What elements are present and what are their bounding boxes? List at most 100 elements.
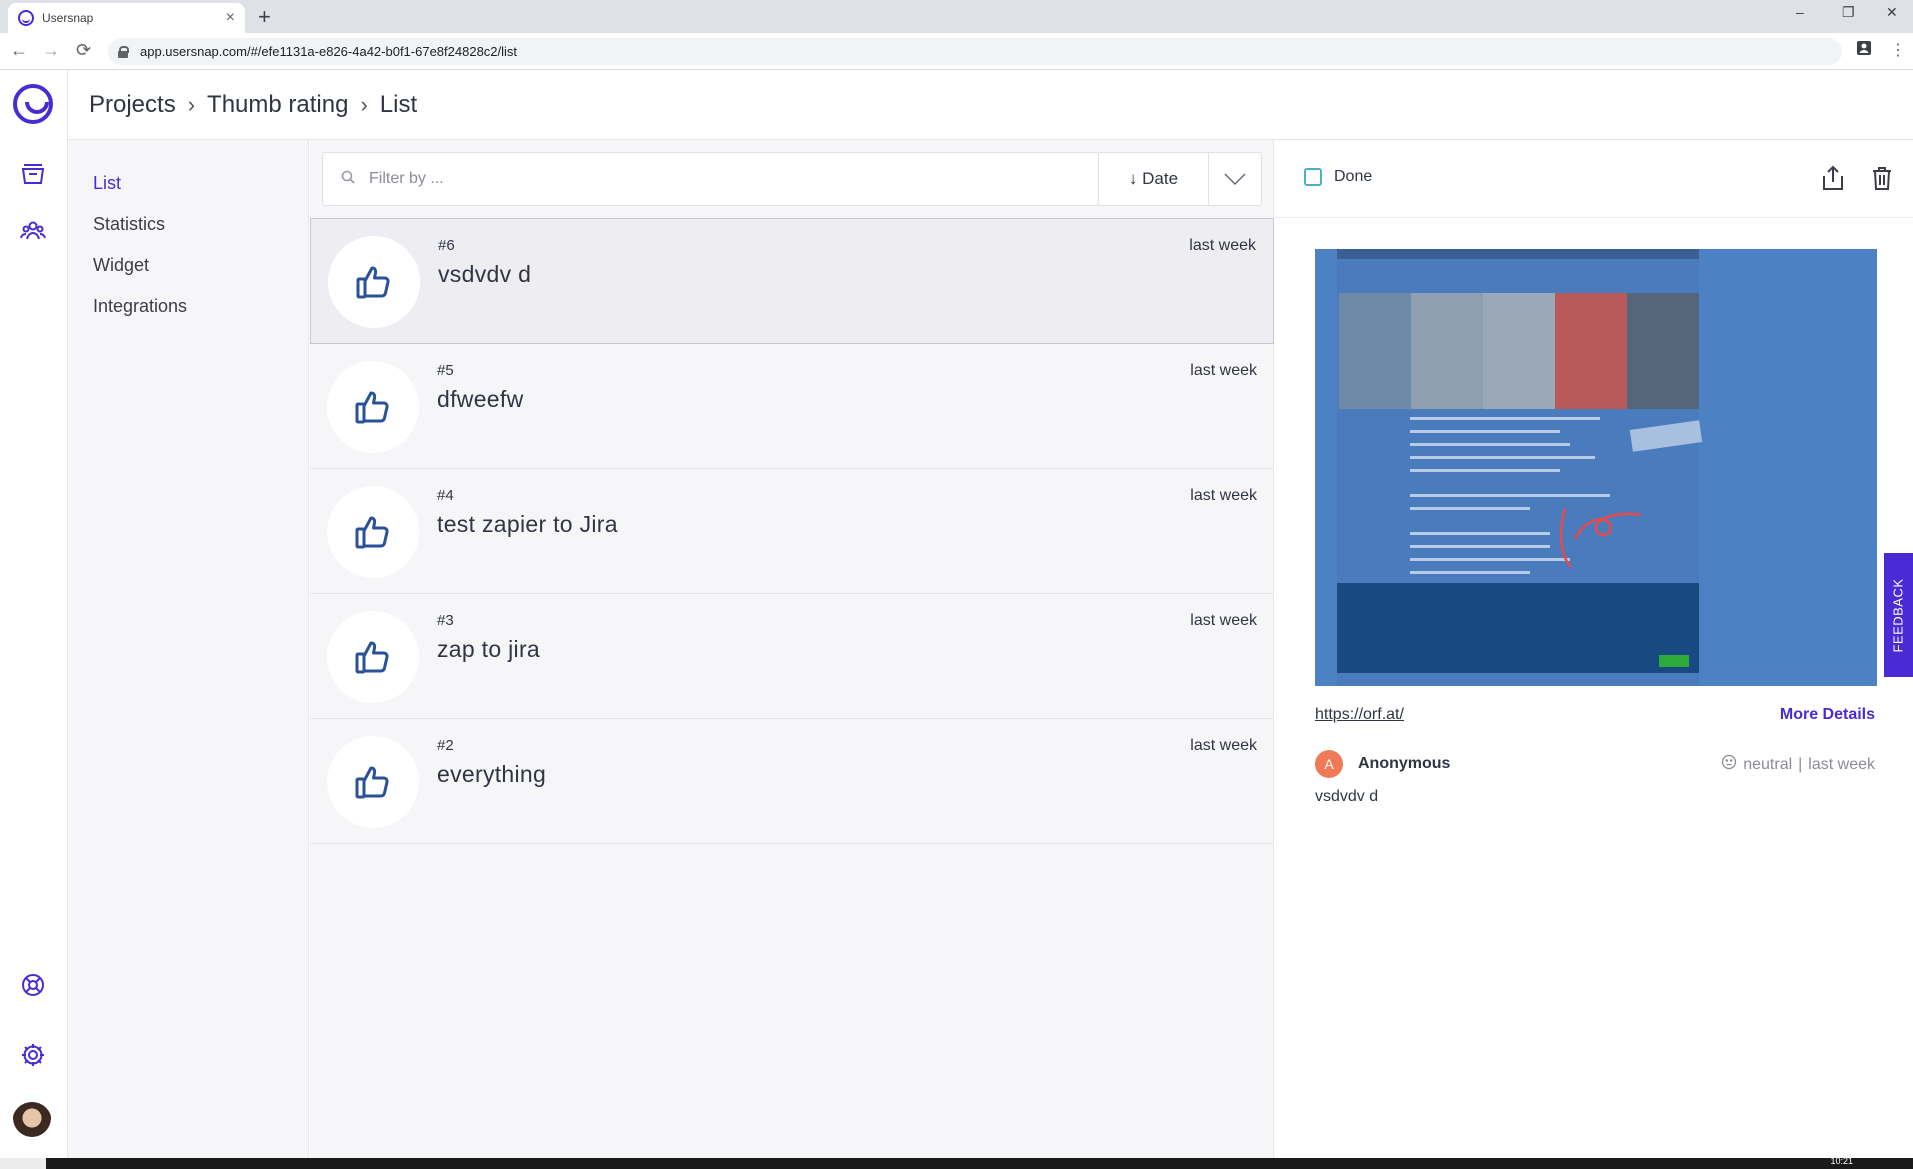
preview-text-line	[1410, 545, 1550, 548]
done-label: Done	[1334, 168, 1373, 185]
team-icon[interactable]	[18, 216, 48, 246]
minimize-button[interactable]: –	[1796, 4, 1804, 20]
breadcrumb-separator: ›	[360, 91, 368, 117]
rating-meta: neutral | last week	[1721, 754, 1875, 775]
item-number: #2	[437, 737, 454, 754]
preview-text-line	[1410, 456, 1595, 459]
list-item[interactable]: #3 zap to jira last week	[310, 594, 1274, 719]
preview-text-line	[1410, 507, 1530, 510]
settings-icon[interactable]	[18, 1040, 48, 1070]
url-bar[interactable]: app.usersnap.com/#/efe1131a-e826-4a42-b0…	[108, 38, 1842, 65]
preview-image-grid	[1339, 293, 1699, 409]
breadcrumb-list: List	[379, 90, 418, 118]
left-rail	[0, 70, 68, 1158]
list-item[interactable]: #4 test zapier to Jira last week	[310, 469, 1274, 594]
breadcrumb-thumb-rating[interactable]: Thumb rating	[207, 91, 348, 119]
projects-icon[interactable]	[18, 158, 48, 188]
item-title: dfweefw	[437, 386, 524, 412]
trash-icon[interactable]	[1870, 164, 1898, 194]
usersnap-logo-icon[interactable]	[13, 84, 53, 124]
item-number: #4	[437, 487, 454, 504]
item-title: vsdvdv d	[438, 261, 532, 287]
item-time: last week	[1190, 612, 1257, 629]
reload-button[interactable]: ⟳	[76, 40, 91, 61]
thumbs-up-icon	[327, 486, 419, 578]
browser-address-bar: ← → ⟳ app.usersnap.com/#/efe1131a-e826-4…	[0, 33, 1913, 70]
filter-input[interactable]	[369, 170, 969, 188]
list-item[interactable]: #6 vsdvdv d last week	[310, 218, 1274, 344]
author-avatar: A	[1315, 750, 1343, 778]
share-icon[interactable]	[1820, 164, 1848, 194]
breadcrumb: Projects › Thumb rating › List	[68, 70, 1913, 140]
item-number: #6	[438, 237, 455, 254]
list-item[interactable]: #2 everything last week	[310, 719, 1274, 844]
user-avatar[interactable]	[12, 1102, 52, 1142]
os-taskbar: 10:21	[0, 1156, 1913, 1169]
item-number: #3	[437, 612, 454, 629]
help-icon[interactable]	[18, 970, 48, 1000]
item-time: last week	[1190, 362, 1257, 379]
new-tab-button[interactable]: +	[258, 4, 271, 30]
preview-text-line	[1410, 469, 1560, 472]
thumbs-up-icon	[327, 361, 419, 453]
tab-title: Usersnap	[42, 11, 94, 25]
done-checkbox[interactable]: Done	[1304, 168, 1372, 186]
item-number: #5	[437, 362, 454, 379]
feedback-comment: vsdvdv d	[1315, 788, 1379, 805]
item-title: zap to jira	[437, 636, 541, 662]
preview-text-line	[1410, 417, 1600, 420]
sort-control: ↓ Date	[1098, 152, 1262, 206]
thumbs-up-icon	[327, 611, 419, 703]
rating-time: last week	[1808, 755, 1875, 773]
item-time: last week	[1189, 237, 1256, 254]
detail-toolbar: Done	[1275, 140, 1913, 218]
sort-date-button[interactable]: ↓ Date	[1099, 153, 1209, 205]
checkbox-icon	[1304, 168, 1322, 186]
page-url-link[interactable]: https://orf.at/	[1315, 706, 1404, 724]
sort-dropdown-chevron-icon[interactable]	[1209, 173, 1261, 185]
meta-separator: |	[1798, 755, 1803, 773]
forward-button[interactable]: →	[42, 40, 60, 61]
preview-text-line	[1410, 558, 1570, 561]
neutral-face-icon	[1721, 754, 1743, 775]
breadcrumb-projects[interactable]: Projects	[89, 91, 176, 119]
tab-close-icon[interactable]: ×	[226, 9, 235, 27]
subnav-item-widget[interactable]: Widget	[68, 252, 308, 293]
author: A Anonymous	[1315, 750, 1450, 778]
taskbar-start-area[interactable]	[0, 1158, 46, 1169]
usersnap-favicon-icon	[18, 10, 34, 26]
item-title: test zapier to Jira	[437, 511, 618, 537]
restore-button[interactable]: ❐	[1842, 4, 1855, 21]
browser-tab[interactable]: Usersnap ×	[8, 3, 245, 33]
preview-text-line	[1410, 571, 1530, 574]
author-name: Anonymous	[1358, 755, 1451, 772]
url-text: app.usersnap.com/#/efe1131a-e826-4a42-b0…	[140, 44, 518, 59]
item-title: everything	[437, 761, 547, 787]
list-item[interactable]: #5 dfweefw last week	[310, 344, 1274, 469]
search-icon	[341, 170, 355, 189]
filter-box	[322, 152, 1099, 206]
breadcrumb-separator: ›	[187, 91, 196, 117]
preview-cookie-banner	[1337, 583, 1699, 673]
feedback-list: #6 vsdvdv d last week #5 dfweefw last we…	[310, 218, 1274, 844]
lock-icon	[118, 46, 129, 58]
feedback-tab[interactable]: FEEDBACK	[1884, 553, 1913, 677]
subnav-item-list[interactable]: List	[68, 170, 308, 211]
feedback-detail-pane: Done https://orf.at/ More Details A Anon…	[1275, 140, 1913, 1158]
item-time: last week	[1190, 737, 1257, 754]
subnav-item-integrations[interactable]: Integrations	[68, 293, 308, 334]
preview-ok-button	[1659, 655, 1689, 667]
back-button[interactable]: ←	[10, 40, 28, 61]
subnav-item-statistics[interactable]: Statistics	[68, 211, 308, 252]
preview-annotation-drawing	[1559, 508, 1642, 568]
close-window-button[interactable]: ✕	[1886, 4, 1898, 21]
preview-text-line	[1410, 532, 1550, 535]
profile-icon[interactable]	[1856, 40, 1872, 61]
more-details-link[interactable]: More Details	[1780, 706, 1875, 724]
thumbs-up-icon	[328, 236, 420, 328]
browser-menu-icon[interactable]: ⋮	[1890, 40, 1906, 60]
screenshot-preview[interactable]	[1315, 249, 1877, 686]
taskbar-clock: 10:21	[1830, 1156, 1853, 1166]
feedback-tab-label: FEEDBACK	[1891, 577, 1907, 653]
preview-text-line	[1410, 430, 1560, 433]
